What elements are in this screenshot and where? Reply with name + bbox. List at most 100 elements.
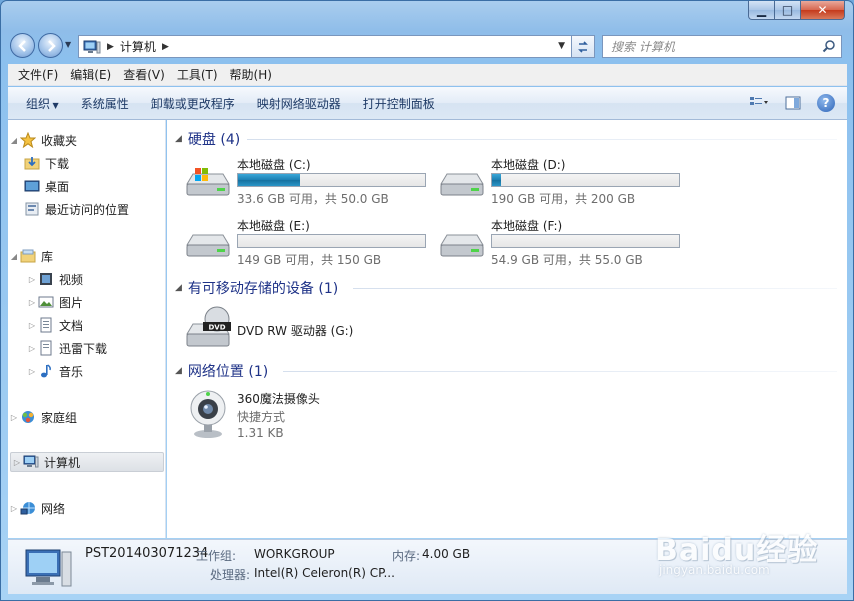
- nav-computer[interactable]: ▷ 计算机: [10, 452, 164, 472]
- minimize-button[interactable]: ▁: [748, 1, 775, 20]
- collapse-arrow-icon[interactable]: ◢: [175, 283, 182, 293]
- nav-videos[interactable]: ▷ 视频: [26, 269, 83, 289]
- documents-icon: [38, 340, 54, 356]
- computer-icon: [83, 40, 101, 53]
- collapse-arrow-icon[interactable]: ◢: [175, 134, 182, 144]
- nav-documents-label: 文档: [59, 318, 84, 333]
- drive-name: 本地磁盘 (F:): [491, 219, 563, 233]
- command-bar: 组织 系统属性 卸载或更改程序 映射网络驱动器 打开控制面板 ?: [8, 87, 847, 120]
- drive-e[interactable]: 本地磁盘 (E:) 149 GB 可用，共 150 GB: [185, 217, 435, 267]
- group-hard-disks[interactable]: ◢ 硬盘 (4): [175, 129, 240, 149]
- nav-documents[interactable]: ▷ 文档: [26, 315, 83, 335]
- network-item-camera[interactable]: 360魔法摄像头 快捷方式 1.31 KB: [185, 388, 435, 444]
- expand-arrow-icon[interactable]: ▷: [26, 321, 38, 330]
- collapse-arrow-icon[interactable]: ◢: [8, 252, 20, 261]
- drive-f[interactable]: 本地磁盘 (F:) 54.9 GB 可用，共 55.0 GB: [439, 217, 689, 267]
- back-button[interactable]: [10, 33, 35, 58]
- library-icon: [20, 248, 36, 264]
- group-removable[interactable]: ◢ 有可移动存储的设备 (1): [175, 278, 338, 298]
- drive-name: 本地磁盘 (E:): [237, 219, 310, 233]
- homegroup-icon: [20, 409, 36, 425]
- drive-c[interactable]: 本地磁盘 (C:) 33.6 GB 可用，共 50.0 GB: [185, 156, 435, 206]
- breadcrumb-separator-icon[interactable]: ▶: [162, 42, 169, 52]
- workgroup-value: WORKGROUP: [254, 547, 335, 561]
- close-button[interactable]: ✕: [801, 1, 845, 20]
- nav-music[interactable]: ▷ 音乐: [26, 361, 83, 381]
- expand-arrow-icon[interactable]: ▷: [8, 504, 20, 513]
- nav-desktop[interactable]: 桌面: [24, 176, 69, 196]
- breadcrumb-separator-icon[interactable]: ▶: [107, 42, 114, 52]
- webcam-icon: [190, 390, 226, 438]
- menu-tools[interactable]: 工具(T): [171, 66, 224, 83]
- computer-icon: [25, 549, 72, 587]
- uninstall-program-button[interactable]: 卸载或更改程序: [143, 95, 249, 112]
- collapse-arrow-icon[interactable]: ◢: [175, 366, 182, 376]
- menu-edit[interactable]: 编辑(E): [64, 66, 117, 83]
- expand-arrow-icon[interactable]: ▷: [26, 275, 38, 284]
- maximize-button[interactable]: □: [775, 1, 801, 20]
- nav-libraries[interactable]: ◢ 库: [8, 246, 53, 266]
- nav-recent-places[interactable]: 最近访问的位置: [24, 199, 129, 219]
- hard-drive-icon: [440, 234, 484, 257]
- address-dropdown-icon[interactable]: ▼: [558, 41, 565, 51]
- change-view-button[interactable]: [749, 93, 769, 113]
- desktop-icon: [24, 178, 40, 194]
- search-input[interactable]: 搜索 计算机: [602, 35, 842, 58]
- group-hard-disks-label: 硬盘 (4): [187, 132, 241, 148]
- breadcrumb-computer[interactable]: 计算机: [120, 38, 156, 55]
- recent-places-icon: [24, 201, 40, 217]
- drive-free-space: 190 GB 可用，共 200 GB: [491, 192, 636, 206]
- dvd-drive-name: DVD RW 驱动器 (G:): [237, 324, 354, 338]
- system-properties-button[interactable]: 系统属性: [73, 95, 143, 112]
- nav-favorites-label: 收藏夹: [41, 133, 78, 148]
- arrow-left-icon: [17, 39, 26, 52]
- expand-arrow-icon[interactable]: ▷: [26, 367, 38, 376]
- refresh-button[interactable]: [571, 35, 595, 58]
- forward-button[interactable]: [38, 33, 63, 58]
- address-bar[interactable]: ▶ 计算机 ▶ ▼: [78, 35, 572, 58]
- organize-button[interactable]: 组织: [18, 95, 73, 112]
- map-network-drive-button[interactable]: 映射网络驱动器: [249, 95, 355, 112]
- menu-help[interactable]: 帮助(H): [224, 66, 278, 83]
- drive-d[interactable]: 本地磁盘 (D:) 190 GB 可用，共 200 GB: [439, 156, 689, 206]
- group-divider: [353, 288, 837, 289]
- nav-favorites[interactable]: ◢ 收藏夹: [8, 130, 77, 150]
- nav-downloads[interactable]: 下载: [24, 153, 69, 173]
- recent-pages-dropdown[interactable]: ▼: [65, 40, 75, 52]
- drive-g-dvd[interactable]: DVD DVD RW 驱动器 (G:): [185, 302, 435, 352]
- star-icon: [20, 132, 36, 148]
- nav-homegroup[interactable]: ▷ 家庭组: [8, 407, 77, 427]
- processor-label: 处理器:: [210, 568, 251, 582]
- refresh-icon: [578, 40, 588, 53]
- group-removable-label: 有可移动存储的设备 (1): [187, 281, 339, 297]
- group-network-locations[interactable]: ◢ 网络位置 (1): [175, 361, 268, 381]
- network-item-name: 360魔法摄像头: [237, 392, 320, 406]
- expand-arrow-icon[interactable]: ▷: [11, 458, 23, 467]
- computer-icon: [23, 454, 39, 470]
- documents-icon: [38, 317, 54, 333]
- nav-videos-label: 视频: [59, 272, 84, 287]
- expand-arrow-icon[interactable]: ▷: [26, 344, 38, 353]
- help-icon[interactable]: ?: [817, 94, 835, 112]
- memory-label: 内存:: [392, 549, 421, 563]
- network-icon: [20, 500, 36, 516]
- nav-network[interactable]: ▷ 网络: [8, 498, 65, 518]
- drive-usage-bar: [491, 173, 680, 187]
- view-list-icon: [750, 97, 768, 105]
- open-control-panel-button[interactable]: 打开控制面板: [355, 95, 449, 112]
- menu-file[interactable]: 文件(F): [12, 66, 64, 83]
- menu-view[interactable]: 查看(V): [117, 66, 171, 83]
- group-divider: [247, 139, 837, 140]
- preview-pane-button[interactable]: [783, 93, 803, 113]
- dvd-drive-icon: DVD: [186, 306, 231, 347]
- video-icon: [38, 271, 54, 287]
- nav-pictures[interactable]: ▷ 图片: [26, 292, 83, 312]
- expand-arrow-icon[interactable]: ▷: [8, 413, 20, 422]
- view-controls: ?: [749, 93, 835, 113]
- collapse-arrow-icon[interactable]: ◢: [8, 136, 20, 145]
- expand-arrow-icon[interactable]: ▷: [26, 298, 38, 307]
- drive-name: 本地磁盘 (C:): [237, 158, 311, 172]
- music-note-icon: [38, 363, 54, 379]
- nav-thunder-downloads[interactable]: ▷ 迅雷下载: [26, 338, 107, 358]
- search-icon[interactable]: [822, 39, 836, 53]
